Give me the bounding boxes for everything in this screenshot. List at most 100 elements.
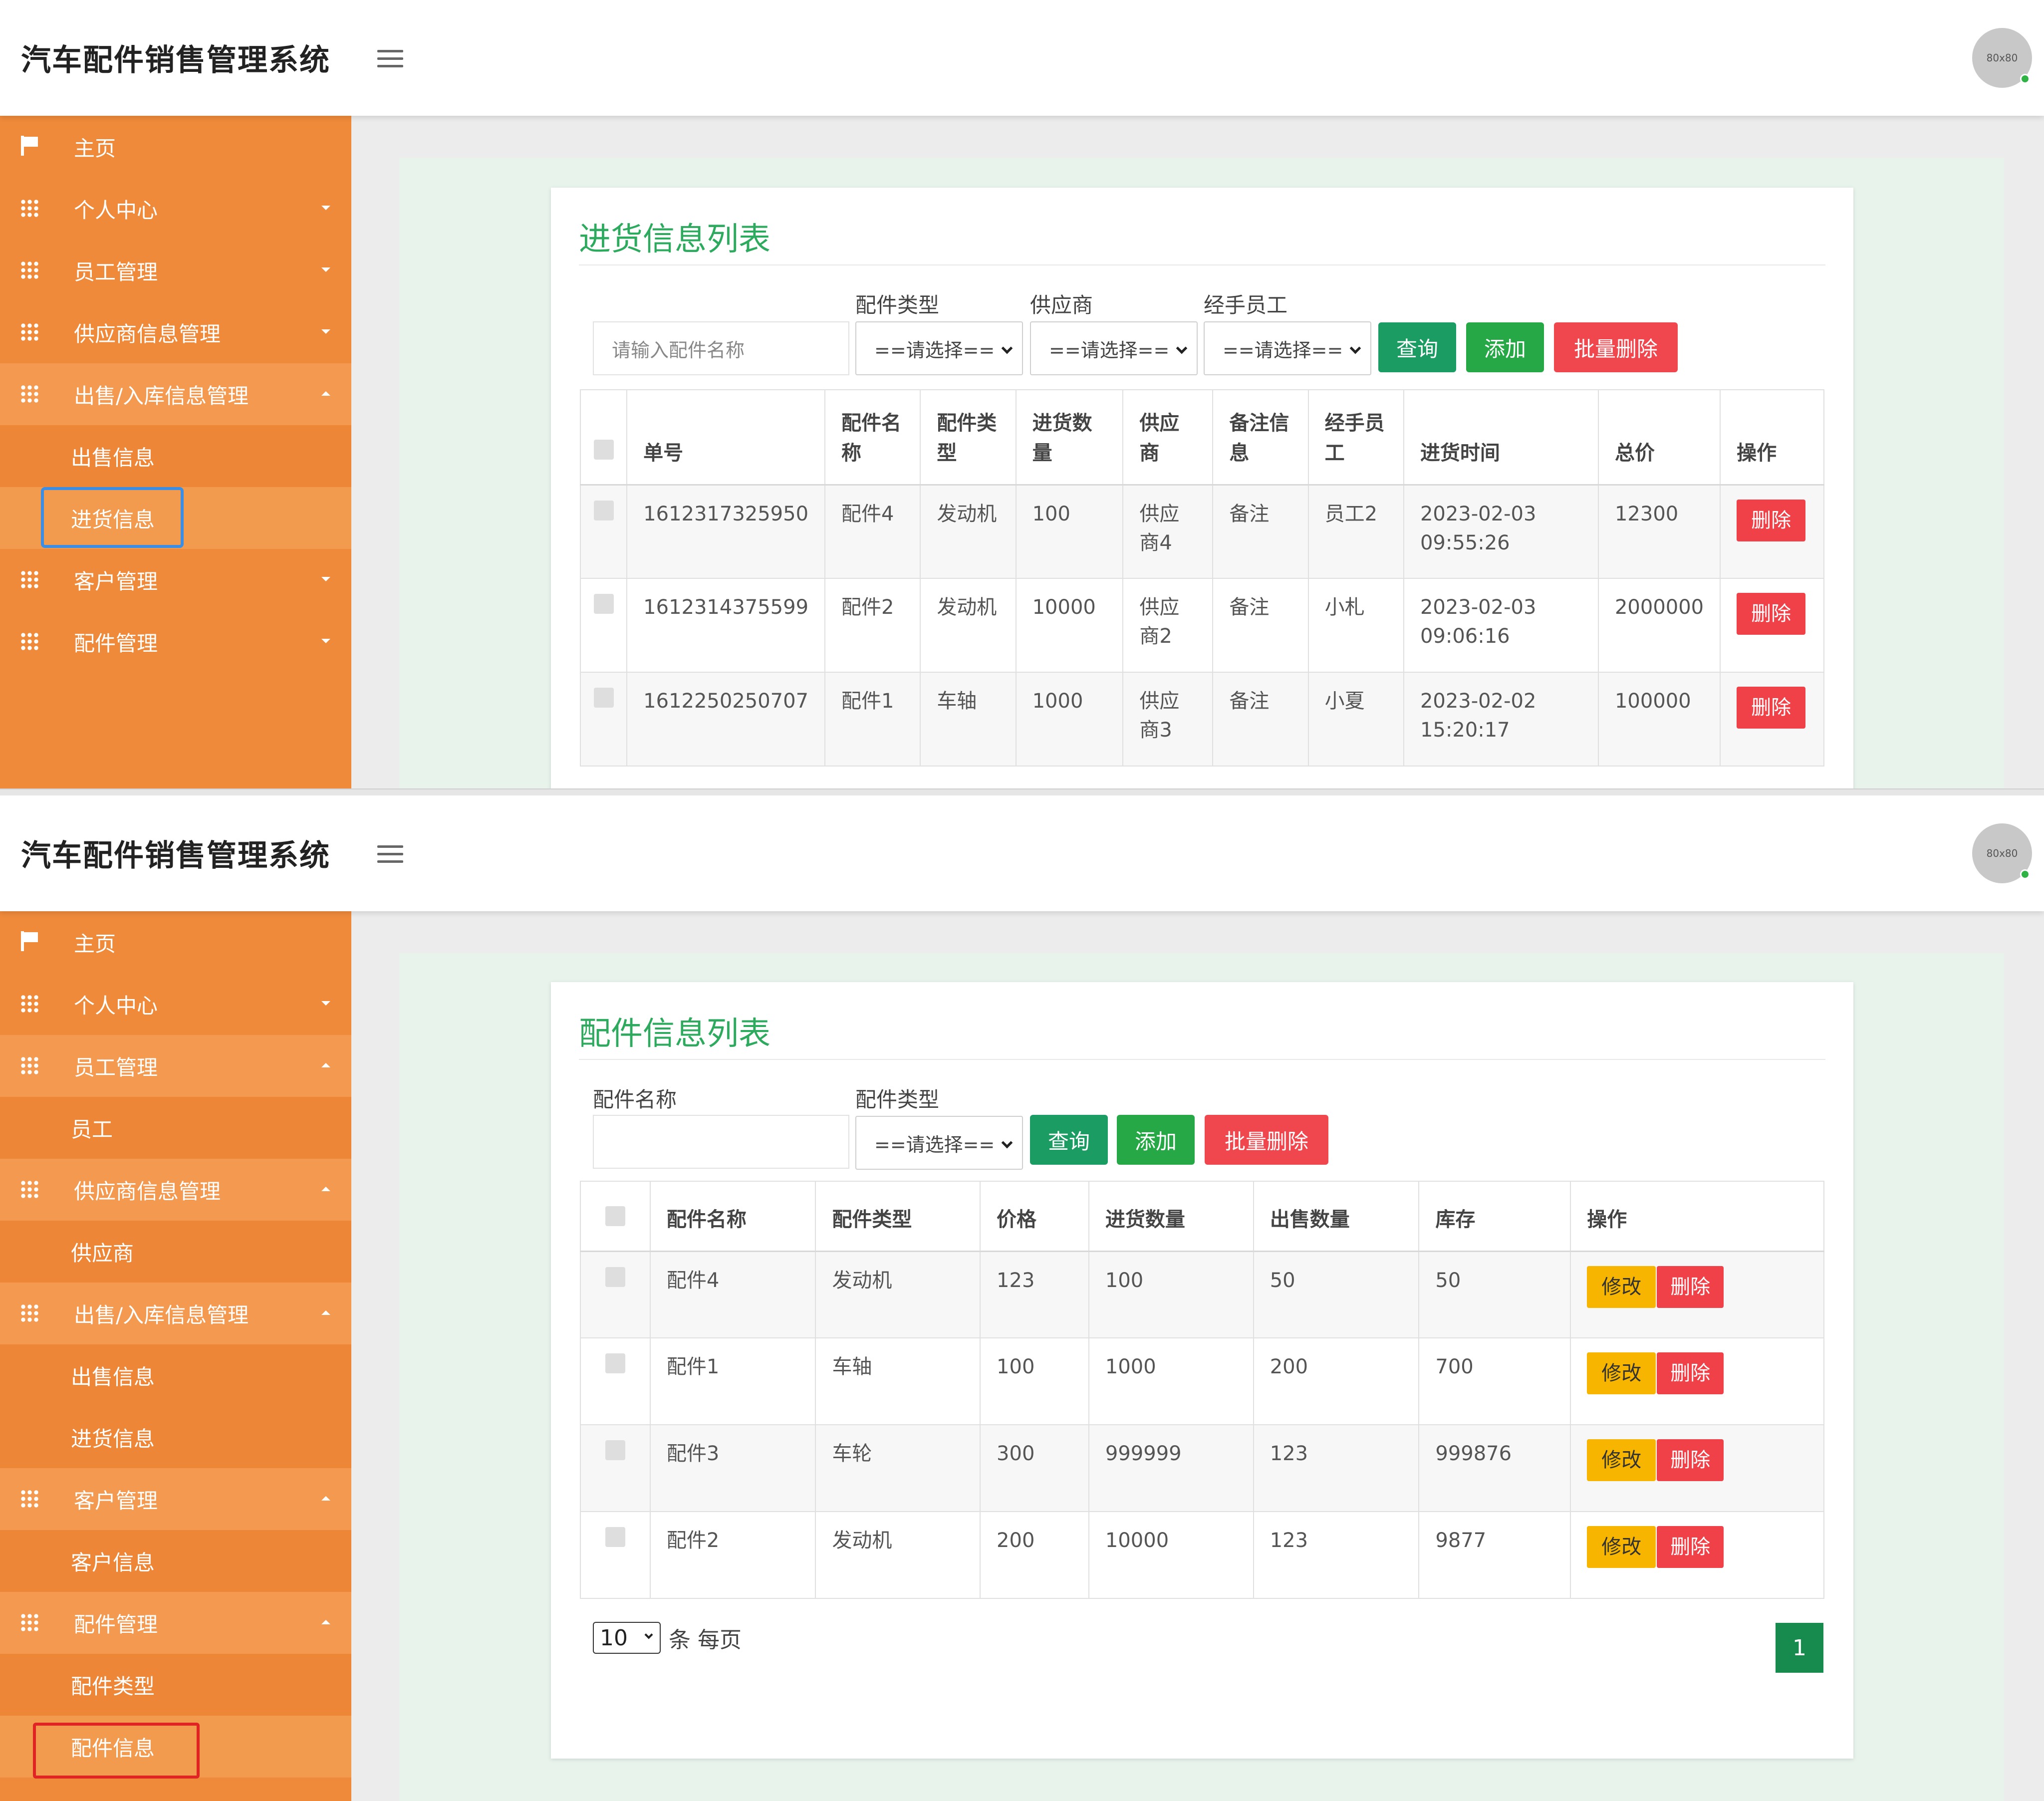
cell-ops: 修改 删除 [1570,1337,1824,1425]
type-select[interactable]: ==请选择== [855,1116,1023,1170]
query-button[interactable]: 查询 [1378,322,1456,372]
pagination-page-1[interactable]: 1 [1776,1623,1823,1673]
cell-stock: 700 [1418,1337,1571,1425]
delete-button[interactable]: 删除 [1657,1526,1724,1568]
sidebar-item-inout[interactable]: 出售/入库信息管理 [0,363,351,425]
flag-icon [21,931,38,951]
select-all-header[interactable] [579,389,628,486]
sidebar-item-parts[interactable]: 配件管理 [0,1592,351,1654]
delete-button[interactable]: 删除 [1657,1439,1724,1481]
row-checkbox[interactable] [593,500,614,520]
edit-button[interactable]: 修改 [1587,1526,1656,1568]
cell-in-qty: 999999 [1088,1424,1254,1512]
row-select-cell[interactable] [580,1251,651,1338]
delete-button[interactable]: 删除 [1657,1266,1724,1308]
sidebar-item-sales[interactable]: 出售信息 [0,425,351,487]
sidebar-item-personal[interactable]: 个人中心 [0,178,351,240]
flag-icon [21,136,38,156]
page-size-select[interactable]: 10 [593,1622,661,1654]
cell-qty: 10000 [1015,578,1124,673]
grid-icon [20,1056,39,1075]
grid-icon [20,1613,39,1632]
sidebar-item-inout[interactable]: 出售/入库信息管理 [0,1283,351,1344]
menu-toggle-icon[interactable] [377,50,403,68]
query-button[interactable]: 查询 [1030,1115,1108,1165]
row-checkbox[interactable] [605,1527,625,1547]
page-title: 进货信息列表 [579,221,770,258]
sidebar-item-customer-info[interactable]: 客户信息 [0,1530,351,1592]
delete-button[interactable]: 删除 [1737,687,1806,729]
staff-select[interactable]: ==请选择== [1204,321,1371,375]
chevron-down-icon [644,1630,653,1639]
sidebar-item-supplier[interactable]: 供应商信息管理 [0,1159,351,1221]
delete-button[interactable]: 删除 [1737,499,1806,541]
cell-supplier: 供应商3 [1122,672,1214,767]
sidebar-item-customer[interactable]: 客户管理 [0,549,351,611]
edit-button[interactable]: 修改 [1587,1352,1656,1394]
batch-delete-button[interactable]: 批量删除 [1205,1115,1328,1165]
cell-qty: 1000 [1015,672,1124,767]
sidebar-item-home[interactable]: 主页 [0,911,351,973]
online-status-dot [2020,869,2030,879]
col-header-type: 配件类型 [815,1181,981,1252]
delete-button[interactable]: 删除 [1737,593,1806,635]
sidebar-item-staff-list[interactable]: 员工 [0,1097,351,1159]
sidebar-item-sales[interactable]: 出售信息 [0,1344,351,1406]
grid-icon [20,994,39,1013]
chevron-down-icon [321,329,330,334]
grid-icon [20,322,39,341]
cell-order: 1612317325950 [626,484,826,579]
row-select-cell[interactable] [579,484,628,579]
sidebar-item-purchase[interactable]: 进货信息 [0,1406,351,1468]
sidebar-item-personal[interactable]: 个人中心 [0,973,351,1035]
sidebar-item-parts-type[interactable]: 配件类型 [0,1654,351,1716]
chevron-down-icon [321,267,330,272]
row-select-cell[interactable] [579,672,628,767]
edit-button[interactable]: 修改 [1587,1439,1656,1481]
row-checkbox[interactable] [593,688,614,708]
grid-icon [20,384,39,403]
chevron-down-icon [321,206,330,210]
sidebar-item-parts[interactable]: 配件管理 [0,611,351,673]
batch-delete-button[interactable]: 批量删除 [1554,322,1678,372]
cell-remark: 备注 [1212,484,1309,579]
sidebar-item-label: 个人中心 [74,993,158,1018]
part-name-input[interactable] [593,1115,849,1169]
row-checkbox[interactable] [605,1440,625,1460]
edit-button[interactable]: 修改 [1587,1266,1656,1308]
col-header-in-qty: 进货数量 [1088,1181,1254,1252]
parts-table: 配件名称 配件类型 价格 进货数量 出售数量 库存 操作 配件4 发动机 123… [580,1181,1824,1599]
sidebar-item-home[interactable]: 主页 [0,116,351,178]
avatar[interactable]: 80x80 [1972,823,2032,883]
supplier-select[interactable]: ==请选择== [1030,321,1198,375]
avatar[interactable]: 80x80 [1972,28,2032,88]
row-select-cell[interactable] [579,578,628,673]
part-name-search-input[interactable]: 请输入配件名称 [593,321,849,375]
sidebar-item-customer[interactable]: 客户管理 [0,1468,351,1530]
sidebar-item-supplier[interactable]: 供应商信息管理 [0,301,351,363]
sidebar-item-staff[interactable]: 员工管理 [0,240,351,301]
menu-toggle-icon[interactable] [377,845,403,863]
delete-button[interactable]: 删除 [1657,1352,1724,1394]
grid-icon [20,570,39,589]
row-select-cell[interactable] [580,1337,651,1425]
sidebar-item-staff[interactable]: 员工管理 [0,1035,351,1097]
cell-order: 1612250250707 [626,672,826,767]
sidebar-item-label: 主页 [74,931,116,956]
add-button[interactable]: 添加 [1466,322,1544,372]
col-header-name: 配件名称 [824,389,921,486]
row-checkbox[interactable] [605,1353,625,1373]
add-button[interactable]: 添加 [1117,1115,1195,1165]
sidebar-item-supplier-list[interactable]: 供应商 [0,1221,351,1283]
select-all-checkbox[interactable] [593,439,614,460]
col-header-price: 价格 [980,1181,1089,1252]
select-all-header[interactable] [580,1181,651,1252]
row-select-cell[interactable] [580,1424,651,1512]
top-header: 汽车配件销售管理系统 80x80 [0,0,2044,116]
row-checkbox[interactable] [593,594,614,614]
row-checkbox[interactable] [605,1267,625,1287]
row-select-cell[interactable] [580,1511,651,1599]
table-header-row: 单号 配件名称 配件类型 进货数量 供应商 备注信息 经手员工 进货时间 总价 … [579,389,1824,486]
type-select[interactable]: ==请选择== [855,321,1023,375]
select-all-checkbox[interactable] [605,1206,625,1226]
